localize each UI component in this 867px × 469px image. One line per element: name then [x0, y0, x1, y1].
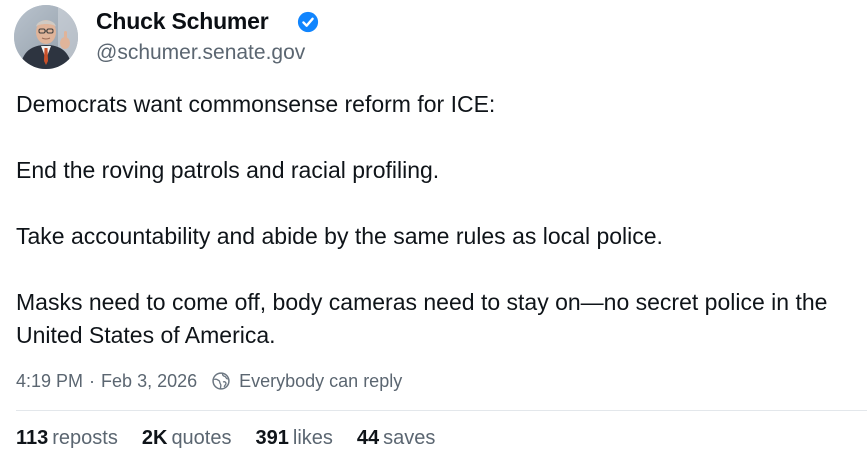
post-date[interactable]: Feb 3, 2026: [101, 371, 197, 392]
quotes-label: quotes: [171, 427, 232, 449]
post-body: Democrats want commonsense reform for IC…: [16, 88, 856, 352]
post-time[interactable]: 4:19 PM: [16, 371, 83, 392]
divider: [16, 410, 867, 411]
verified-badge-icon[interactable]: [297, 11, 319, 33]
reply-setting[interactable]: Everybody can reply: [239, 371, 402, 392]
reposts-label: reposts: [52, 427, 118, 449]
post-paragraph: Take accountability and abide by the sam…: [16, 223, 663, 249]
author-display-name[interactable]: Chuck Schumer: [96, 8, 269, 35]
reposts-stat[interactable]: 113 reposts: [16, 427, 118, 450]
likes-stat[interactable]: 391 likes: [256, 427, 333, 450]
saves-count: 44: [356, 427, 380, 449]
reposts-count: 113: [16, 427, 49, 449]
avatar[interactable]: [14, 5, 78, 69]
post-paragraph: Masks need to come off, body cameras nee…: [16, 289, 828, 348]
engagement-stats: 113 reposts 2K quotes 391 likes 44 saves: [16, 427, 459, 450]
post-paragraph: Democrats want commonsense reform for IC…: [16, 91, 496, 117]
author-handle[interactable]: @schumer.senate.gov: [96, 41, 305, 65]
quotes-count: 2K: [141, 427, 168, 449]
avatar-photo: [14, 5, 78, 69]
likes-label: likes: [292, 427, 333, 449]
quotes-stat[interactable]: 2K quotes: [142, 427, 232, 450]
meta-separator: ·: [89, 370, 96, 391]
post-paragraph: End the roving patrols and racial profil…: [16, 157, 440, 183]
post-card: Chuck Schumer @schumer.senate.gov Democr…: [0, 0, 867, 469]
globe-icon: [212, 372, 230, 390]
likes-count: 391: [255, 427, 289, 449]
saves-stat[interactable]: 44 saves: [357, 427, 436, 450]
saves-label: saves: [383, 427, 436, 449]
post-meta: 4:19 PM · Feb 3, 2026 Everybody can repl…: [16, 369, 402, 393]
